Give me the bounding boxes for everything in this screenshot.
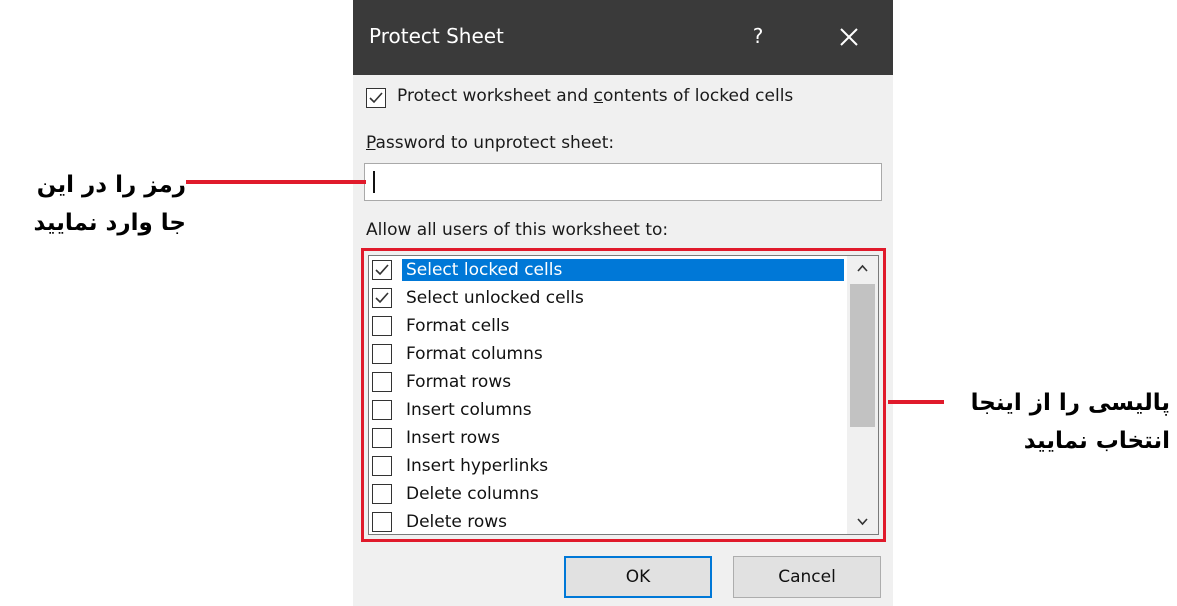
close-icon[interactable] xyxy=(832,20,866,54)
permission-checkbox[interactable] xyxy=(372,316,392,336)
permission-label: Format rows xyxy=(406,372,512,392)
policy-pointer-line xyxy=(888,400,944,404)
permission-label: Delete rows xyxy=(406,512,508,532)
permissions-listbox-highlight: Select locked cells Select unlocked cells… xyxy=(361,248,886,542)
policy-annotation-line1: پالیسی را از اینجا xyxy=(970,390,1170,416)
permission-item[interactable]: Delete columns xyxy=(369,480,847,508)
vertical-scrollbar[interactable] xyxy=(847,256,878,534)
permission-item[interactable]: Insert columns xyxy=(369,396,847,424)
permission-label: Insert hyperlinks xyxy=(406,456,549,476)
password-input[interactable] xyxy=(364,163,882,201)
permission-label: Delete columns xyxy=(406,484,539,504)
ok-button[interactable]: OK xyxy=(564,556,712,598)
scroll-up-icon[interactable] xyxy=(847,256,878,280)
password-annotation: رمز را در این جا وارد نمایید xyxy=(6,166,186,242)
permission-item[interactable]: Select locked cells xyxy=(369,256,847,284)
permission-item[interactable]: Format cells xyxy=(369,312,847,340)
permission-label: Insert rows xyxy=(406,428,500,448)
permissions-list[interactable]: Select locked cells Select unlocked cells… xyxy=(368,255,879,535)
scroll-down-icon[interactable] xyxy=(847,510,878,534)
permission-label: Format cells xyxy=(406,316,510,336)
permission-item[interactable]: Insert rows xyxy=(369,424,847,452)
permission-label: Insert columns xyxy=(406,400,532,420)
help-icon[interactable]: ? xyxy=(743,21,773,51)
dialog-title: Protect Sheet xyxy=(369,24,504,48)
password-label: Password to unprotect sheet: xyxy=(366,133,615,153)
text-caret xyxy=(373,171,375,193)
permission-item[interactable]: Format columns xyxy=(369,340,847,368)
permission-item[interactable]: Format rows xyxy=(369,368,847,396)
permission-checkbox[interactable] xyxy=(372,484,392,504)
permission-checkbox[interactable] xyxy=(372,428,392,448)
permission-label: Format columns xyxy=(406,344,543,364)
permission-item[interactable]: Select unlocked cells xyxy=(369,284,847,312)
permission-checkbox[interactable] xyxy=(372,400,392,420)
permission-item[interactable]: Insert hyperlinks xyxy=(369,452,847,480)
password-annotation-line1: رمز را در این xyxy=(36,172,186,198)
permission-checkbox[interactable] xyxy=(372,512,392,532)
policy-annotation: پالیسی را از اینجا انتخاب نمایید xyxy=(940,384,1170,460)
protect-contents-label: Protect worksheet and contents of locked… xyxy=(397,86,794,106)
cancel-button[interactable]: Cancel xyxy=(733,556,881,598)
permission-checkbox[interactable] xyxy=(372,288,392,308)
password-pointer-line xyxy=(186,180,366,184)
protect-sheet-dialog: Protect Sheet ? Protect worksheet and co… xyxy=(353,0,893,606)
dialog-titlebar: Protect Sheet ? xyxy=(353,0,893,75)
permission-checkbox[interactable] xyxy=(372,372,392,392)
allow-users-label: Allow all users of this worksheet to: xyxy=(366,220,669,240)
permission-checkbox[interactable] xyxy=(372,344,392,364)
permission-label: Select unlocked cells xyxy=(406,288,584,308)
permission-checkbox[interactable] xyxy=(372,456,392,476)
permission-item[interactable]: Delete rows xyxy=(369,508,847,534)
protect-contents-checkbox[interactable] xyxy=(366,88,386,108)
scrollbar-thumb[interactable] xyxy=(850,284,875,427)
permission-checkbox[interactable] xyxy=(372,260,392,280)
policy-annotation-line2: انتخاب نمایید xyxy=(1023,428,1170,454)
permission-label: Select locked cells xyxy=(402,259,844,281)
password-annotation-line2: جا وارد نمایید xyxy=(33,210,186,236)
